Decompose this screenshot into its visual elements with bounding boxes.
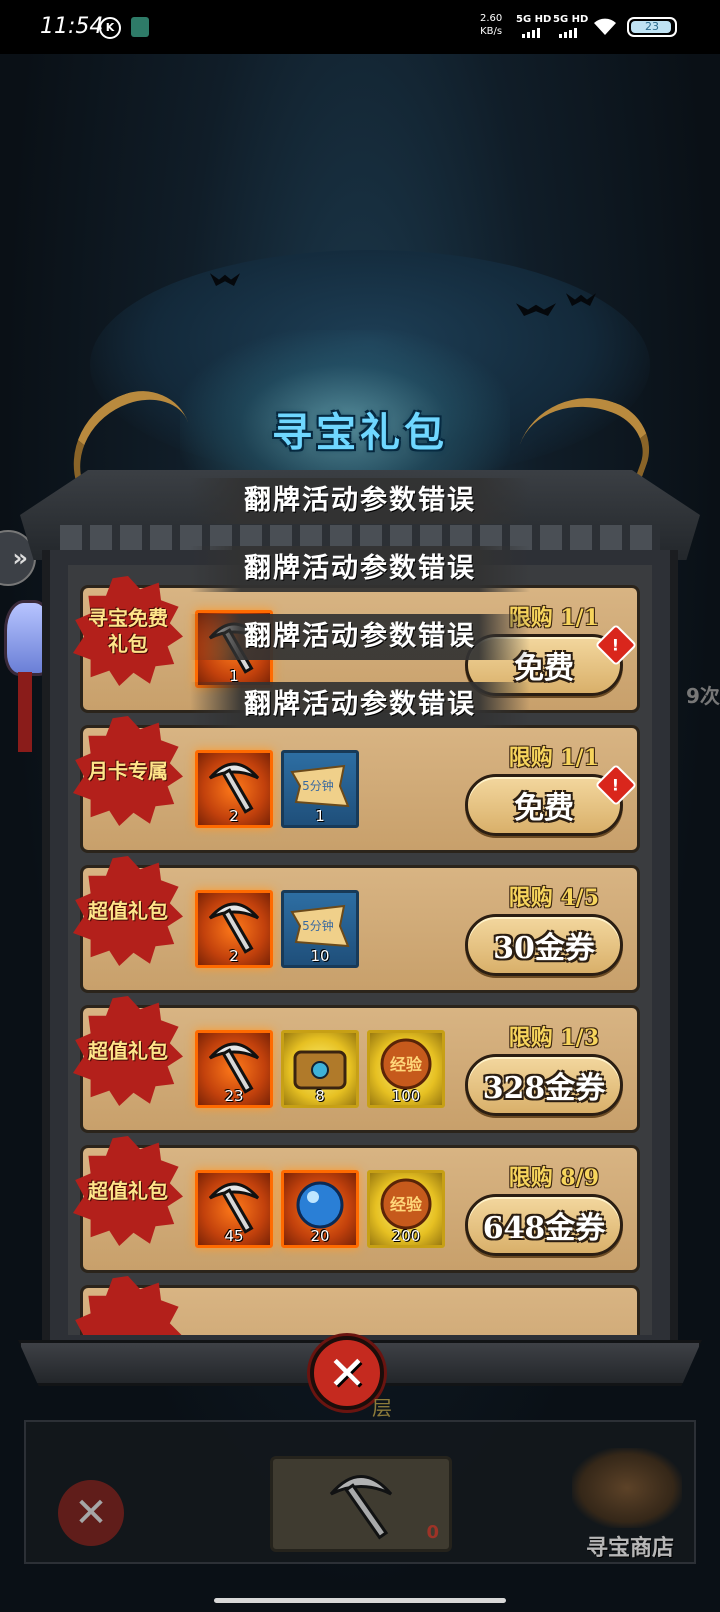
footer-close-button[interactable]: ✕ bbox=[58, 1480, 124, 1546]
battery-level: 23 bbox=[645, 20, 659, 33]
reward-item[interactable]: 经验 100 bbox=[367, 1030, 445, 1108]
pack-row: 超值礼包 2 5分钟 10 限购 4/5 30金券 bbox=[73, 856, 640, 993]
clock: 11:54 bbox=[40, 14, 104, 39]
purchase-limit: 限购 1/1 bbox=[508, 745, 599, 771]
purchase-limit: 限购 1/3 bbox=[508, 1025, 599, 1051]
floor-label: 层 bbox=[372, 1396, 392, 1420]
error-toast: 翻牌活动参数错误 bbox=[190, 546, 530, 592]
buy-button[interactable]: 30金券 bbox=[465, 914, 623, 976]
app-notification-icon bbox=[131, 17, 149, 37]
close-icon: ✕ bbox=[327, 1346, 367, 1400]
reward-item[interactable]: 2 bbox=[195, 890, 273, 968]
pickaxe-slot-count: 0 bbox=[426, 1522, 439, 1543]
panel-title: 寻宝礼包 bbox=[272, 409, 448, 456]
side-times-label: 9次 bbox=[686, 684, 720, 708]
svg-text:经验: 经验 bbox=[390, 1055, 423, 1074]
reward-item[interactable]: 23 bbox=[195, 1030, 273, 1108]
reward-item[interactable]: 2 bbox=[195, 750, 273, 828]
home-indicator[interactable] bbox=[214, 1598, 506, 1603]
battery-icon: 23 bbox=[627, 17, 677, 37]
reward-item-count: 2 bbox=[229, 947, 239, 965]
buy-button[interactable]: 328金券 bbox=[465, 1054, 623, 1116]
reward-item[interactable]: 5分钟 10 bbox=[281, 890, 359, 968]
pack-row: 超值礼包 23 8 经验 100 限购 1/3 328金券 bbox=[73, 996, 640, 1133]
svg-text:经验: 经验 bbox=[390, 1195, 423, 1214]
purchase-limit: 限购 4/5 bbox=[508, 885, 599, 911]
pack-badge bbox=[73, 1276, 183, 1335]
pickaxe-icon bbox=[329, 1475, 393, 1540]
reward-item-count: 200 bbox=[391, 1227, 421, 1245]
network-speed-unit: KB/s bbox=[480, 26, 503, 37]
network-speed: 2.60 KB/s bbox=[480, 12, 502, 38]
pack-row: 超值礼包 45 20 经验 200 限购 8/9 648金券 bbox=[73, 1136, 640, 1273]
reward-item-count: 23 bbox=[224, 1087, 244, 1105]
reward-item-count: 8 bbox=[315, 1087, 325, 1105]
reward-item-count: 2 bbox=[229, 807, 239, 825]
reward-item-count: 1 bbox=[315, 807, 325, 825]
svg-text:5分钟: 5分钟 bbox=[302, 778, 334, 793]
error-toast: 翻牌活动参数错误 bbox=[190, 614, 530, 660]
signal-label-2: 5G HD bbox=[553, 14, 589, 25]
pack-badge-label: 寻宝免费礼包 bbox=[88, 606, 168, 656]
pack-badge-label: 超值礼包 bbox=[88, 899, 168, 923]
signal-label-1: 5G HD bbox=[516, 14, 552, 25]
pack-badge: 寻宝免费礼包 bbox=[73, 576, 183, 686]
reward-item[interactable]: 20 bbox=[281, 1170, 359, 1248]
treasure-shop-label[interactable]: 寻宝商店 bbox=[570, 1530, 690, 1562]
pack-row: 月卡专属 2 5分钟 1 限购 1/1 免费! bbox=[73, 716, 640, 853]
signal-bars-1-icon bbox=[522, 28, 540, 38]
reward-item[interactable]: 45 bbox=[195, 1170, 273, 1248]
reward-item-count: 20 bbox=[310, 1227, 330, 1245]
reward-item-count: 45 bbox=[224, 1227, 244, 1245]
pack-badge: 超值礼包 bbox=[73, 1136, 183, 1246]
reward-item[interactable]: 经验 200 bbox=[367, 1170, 445, 1248]
pack-badge-label: 月卡专属 bbox=[88, 759, 168, 783]
pickaxe-slot[interactable]: 0 bbox=[270, 1456, 452, 1552]
purchase-limit: 限购 8/9 bbox=[508, 1165, 599, 1191]
signal-bars-2-icon bbox=[559, 28, 577, 38]
error-toast: 翻牌活动参数错误 bbox=[190, 682, 530, 728]
status-bar: 11:54 K 2.60 KB/s 5G HD 5G HD 23 bbox=[0, 0, 720, 54]
lantern-tassel bbox=[18, 672, 32, 752]
pack-badge-label: 超值礼包 bbox=[88, 1179, 168, 1203]
reward-item-count: 10 bbox=[310, 947, 330, 965]
pack-badge: 超值礼包 bbox=[73, 856, 183, 966]
error-toast: 翻牌活动参数错误 bbox=[190, 478, 530, 524]
pack-row-partial bbox=[73, 1276, 640, 1335]
buy-button-label: 328金券 bbox=[482, 1071, 606, 1106]
buy-button[interactable]: 648金券 bbox=[465, 1194, 623, 1256]
buy-button-label: 30金券 bbox=[493, 931, 595, 966]
buy-button-label: 648金券 bbox=[482, 1211, 606, 1246]
network-speed-value: 2.60 bbox=[480, 13, 503, 24]
buy-button-label: 免费 bbox=[514, 791, 574, 826]
reward-item-count: 100 bbox=[391, 1087, 421, 1105]
wifi-icon bbox=[594, 18, 616, 35]
reward-item[interactable]: 5分钟 1 bbox=[281, 750, 359, 828]
treasure-shop-icon[interactable] bbox=[572, 1448, 682, 1528]
pack-badge: 超值礼包 bbox=[73, 996, 183, 1106]
pack-list[interactable]: 寻宝免费礼包 1 限购 1/1 免费! 月卡专属 2 5分钟 1 限购 1/1 免费! 超值礼包 2 5… bbox=[68, 565, 652, 1335]
pack-badge-label: 超值礼包 bbox=[88, 1039, 168, 1063]
k-app-icon: K bbox=[99, 17, 121, 39]
close-icon: ✕ bbox=[74, 1490, 108, 1536]
reward-item[interactable]: 8 bbox=[281, 1030, 359, 1108]
pack-badge: 月卡专属 bbox=[73, 716, 183, 826]
svg-text:5分钟: 5分钟 bbox=[302, 918, 334, 933]
